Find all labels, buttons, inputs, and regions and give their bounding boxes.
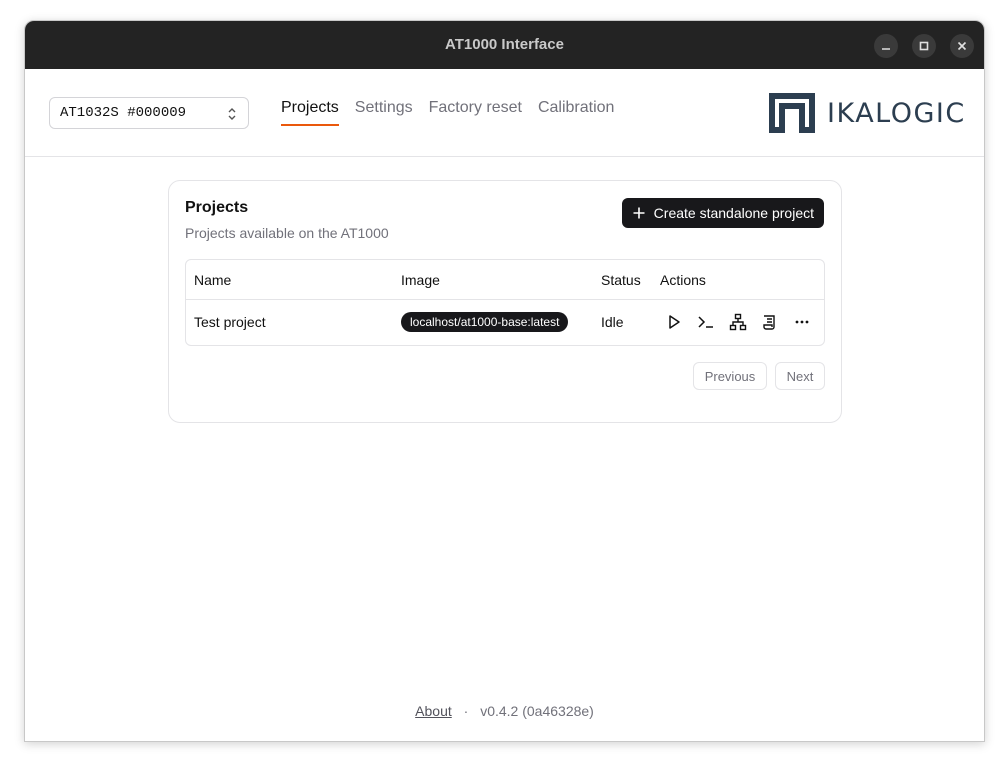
create-standalone-project-button[interactable]: Create standalone project bbox=[621, 198, 824, 228]
row-actions bbox=[665, 313, 811, 331]
project-name: Test project bbox=[194, 314, 266, 330]
network-icon[interactable] bbox=[729, 313, 747, 331]
column-header-actions: Actions bbox=[660, 272, 706, 288]
ikalogic-logo: IKALOGIC bbox=[769, 93, 966, 133]
maximize-icon bbox=[919, 41, 929, 51]
scroll-log-icon[interactable] bbox=[761, 313, 779, 331]
version-text: v0.4.2 (0a46328e) bbox=[480, 703, 594, 719]
window-title: AT1000 Interface bbox=[445, 36, 564, 53]
close-button[interactable] bbox=[950, 34, 974, 58]
card-subtitle: Projects available on the AT1000 bbox=[185, 225, 389, 241]
footer: About · v0.4.2 (0a46328e) bbox=[25, 703, 984, 719]
column-header-image: Image bbox=[401, 272, 440, 288]
projects-card: Projects Projects available on the AT100… bbox=[168, 180, 842, 423]
tab-factory-reset[interactable]: Factory reset bbox=[429, 99, 522, 126]
main-nav: Projects Settings Factory reset Calibrat… bbox=[281, 99, 630, 126]
footer-separator: · bbox=[463, 703, 469, 719]
about-link[interactable]: About bbox=[415, 703, 452, 719]
plus-icon bbox=[633, 207, 645, 219]
title-bar[interactable]: AT1000 Interface bbox=[25, 21, 984, 69]
device-select-value: AT1032S #000009 bbox=[60, 105, 187, 121]
column-header-name: Name bbox=[194, 272, 232, 288]
app-header: AT1032S #000009 Projects Settings Factor… bbox=[25, 69, 984, 157]
logo-text: IKALOGIC bbox=[827, 97, 966, 129]
table-header: Name Image Status Actions bbox=[186, 260, 824, 300]
terminal-icon[interactable] bbox=[697, 313, 715, 331]
card-title: Projects bbox=[185, 199, 249, 216]
minimize-icon bbox=[882, 48, 890, 50]
next-button[interactable]: Next bbox=[775, 362, 825, 390]
play-icon[interactable] bbox=[665, 313, 683, 331]
logo-mark-icon bbox=[769, 93, 815, 133]
device-select[interactable]: AT1032S #000009 bbox=[49, 97, 249, 129]
projects-table: Name Image Status Actions Test project l… bbox=[185, 259, 825, 346]
tab-projects[interactable]: Projects bbox=[281, 99, 339, 126]
close-icon bbox=[957, 41, 967, 51]
more-icon[interactable] bbox=[793, 313, 811, 331]
table-row: Test project localhost/at1000-base:lates… bbox=[186, 300, 824, 345]
previous-button[interactable]: Previous bbox=[693, 362, 767, 390]
app-window: AT1000 Interface AT1032S #000009 Project… bbox=[24, 20, 985, 742]
minimize-button[interactable] bbox=[874, 34, 898, 58]
tab-settings[interactable]: Settings bbox=[355, 99, 413, 126]
create-button-label: Create standalone project bbox=[653, 205, 814, 221]
chevron-up-down-icon bbox=[228, 108, 236, 120]
maximize-button[interactable] bbox=[912, 34, 936, 58]
image-badge: localhost/at1000-base:latest bbox=[401, 312, 569, 332]
tab-calibration[interactable]: Calibration bbox=[538, 99, 614, 126]
project-status: Idle bbox=[601, 314, 624, 330]
column-header-status: Status bbox=[601, 272, 641, 288]
